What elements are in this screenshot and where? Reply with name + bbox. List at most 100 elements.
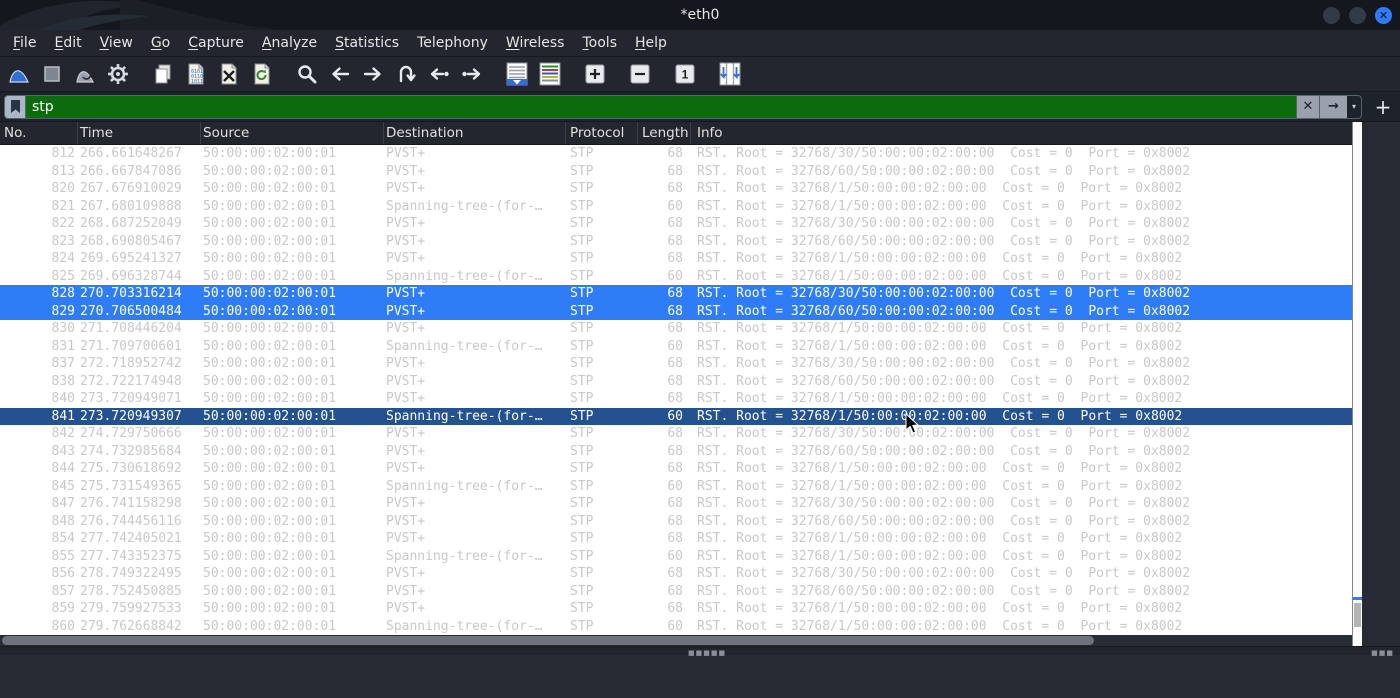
packet-row[interactable]: 855 277.743352375 50:00:00:02:00:01 Spannin… [0,548,1352,566]
packet-row[interactable]: 821 267.680109888 50:00:00:02:00:01 Spannin… [0,198,1352,216]
filter-clear-icon[interactable]: ✕ [1296,95,1319,118]
packet-cell-time: 267.676910029 [80,181,182,197]
packet-row[interactable]: 843 274.732985684 50:00:00:02:00:01 PVST+ ST… [0,443,1352,461]
packet-row[interactable]: 831 271.709700601 50:00:00:02:00:01 Spannin… [0,338,1352,356]
menu-telephony[interactable]: Telephony [408,32,497,54]
packet-row[interactable]: 860 279.762668842 50:00:00:02:00:01 Spannin… [0,618,1352,636]
packet-row[interactable]: 857 278.752450885 50:00:00:02:00:01 PVST+ ST… [0,583,1352,601]
packet-row[interactable]: 842 274.729750666 50:00:00:02:00:01 PVST+ ST… [0,425,1352,443]
column-header-no[interactable]: No. [0,122,78,144]
packet-cell-destination: PVST+ [386,566,426,582]
menu-go[interactable]: Go [142,32,179,54]
close-button[interactable]: ✕ [1375,7,1392,24]
packet-cell-protocol: STP [570,513,594,529]
column-header-info[interactable]: Info [691,122,1352,144]
bookmark-icon[interactable] [5,95,26,118]
packet-cell-info: RST. Root = 32768/1/50:00:00:02:00:00 Co… [697,338,1183,354]
packet-row[interactable]: 844 275.730618692 50:00:00:02:00:01 PVST+ ST… [0,460,1352,478]
close-file-icon[interactable] [215,60,243,88]
display-filter-field[interactable]: ✕ → ▾ [4,94,1362,119]
packet-cell-source: 50:00:00:02:00:01 [203,601,337,617]
stop-capture-icon[interactable] [38,60,66,88]
packet-cell-source: 50:00:00:02:00:01 [203,478,337,494]
packet-row[interactable]: 845 275.731549365 50:00:00:02:00:01 Spannin… [0,478,1352,496]
auto-scroll-icon[interactable] [503,60,531,88]
packet-row[interactable]: 813 266.667847086 50:00:00:02:00:01 PVST+ ST… [0,163,1352,181]
go-back-icon[interactable] [326,60,354,88]
pane-splitter[interactable]: ■■■■■ ■■■ [0,646,1400,657]
packet-row[interactable]: 812 266.661648267 50:00:00:02:00:01 PVST+ ST… [0,145,1352,163]
packet-cell-protocol: STP [570,373,594,389]
menu-analyze[interactable]: Analyze [253,32,326,54]
filter-apply-icon[interactable]: → [1319,95,1347,118]
reload-file-icon[interactable] [248,60,276,88]
maximize-button[interactable] [1349,7,1366,24]
packet-cell-destination: PVST+ [386,426,426,442]
packet-row[interactable]: 822 268.687252049 50:00:00:02:00:01 PVST+ ST… [0,215,1352,233]
resize-columns-icon[interactable] [716,60,744,88]
vertical-scrollbar[interactable] [1352,122,1362,646]
capture-options-icon[interactable] [104,60,132,88]
menu-view[interactable]: View [91,32,142,54]
vertical-scrollbar-thumb[interactable] [1354,603,1361,627]
packet-cell-length: 68 [667,321,683,337]
packet-row[interactable]: 838 272.722174948 50:00:00:02:00:01 PVST+ ST… [0,373,1352,391]
zoom-100-icon[interactable]: 1 [671,60,699,88]
column-header-source[interactable]: Source [201,122,384,144]
packet-cell-destination: PVST+ [386,286,426,302]
start-capture-icon[interactable] [5,60,33,88]
packet-row[interactable]: 830 271.708446204 50:00:00:02:00:01 PVST+ ST… [0,320,1352,338]
column-header-time[interactable]: Time [78,122,201,144]
packet-row[interactable]: 841 273.720949307 50:00:00:02:00:01 Spannin… [0,407,1352,425]
horizontal-scrollbar[interactable] [0,635,1352,646]
menu-help[interactable]: Help [626,32,676,54]
packet-cell-protocol: STP [570,338,594,354]
packet-cell-protocol: STP [570,216,594,232]
packet-row[interactable]: 837 272.718952742 50:00:00:02:00:01 PVST+ ST… [0,355,1352,373]
save-file-icon[interactable]: 0101 0110 1011 [182,60,210,88]
packet-row[interactable]: 859 279.759927533 50:00:00:02:00:01 PVST+ ST… [0,600,1352,618]
packet-row[interactable]: 820 267.676910029 50:00:00:02:00:01 PVST+ ST… [0,180,1352,198]
packet-cell-time: 272.722174948 [80,373,182,389]
go-forward-icon[interactable] [359,60,387,88]
horizontal-scrollbar-thumb[interactable] [2,636,1094,645]
packet-row[interactable]: 828 270.703316214 50:00:00:02:00:01 PVST+ ST… [0,285,1352,303]
menu-tools[interactable]: Tools [573,32,626,54]
menu-wireless[interactable]: Wireless [497,32,574,54]
packet-row[interactable]: 847 276.741158298 50:00:00:02:00:01 PVST+ ST… [0,495,1352,513]
packet-cell-no: 837 [51,356,75,372]
menu-edit[interactable]: Edit [45,32,90,54]
packet-row[interactable]: 856 278.749322495 50:00:00:02:00:01 PVST+ ST… [0,565,1352,583]
minimize-button[interactable] [1323,7,1340,24]
go-first-packet-icon[interactable] [425,60,453,88]
column-header-protocol[interactable]: Protocol [566,122,638,144]
open-file-icon[interactable] [149,60,177,88]
menu-capture[interactable]: Capture [179,32,253,54]
restart-capture-icon[interactable] [71,60,99,88]
filter-input[interactable] [26,95,1296,118]
go-last-packet-icon[interactable] [458,60,486,88]
packet-cell-info: RST. Root = 32768/60/50:00:00:02:00:00 C… [697,233,1191,249]
add-filter-button[interactable]: + [1372,97,1394,117]
packet-cell-no: 860 [51,618,75,634]
zoom-in-icon[interactable] [581,60,609,88]
packet-row[interactable]: 823 268.690805467 50:00:00:02:00:01 PVST+ ST… [0,233,1352,251]
packet-row[interactable]: 824 269.695241327 50:00:00:02:00:01 PVST+ ST… [0,250,1352,268]
packet-cell-info: RST. Root = 32768/1/50:00:00:02:00:00 Co… [697,391,1183,407]
packet-row[interactable]: 829 270.706500484 50:00:00:02:00:01 PVST+ ST… [0,302,1352,320]
zoom-out-icon[interactable] [626,60,654,88]
column-header-destination[interactable]: Destination [384,122,566,144]
menu-statistics[interactable]: Statistics [326,32,408,54]
go-to-packet-icon[interactable] [392,60,420,88]
packet-cell-no: 856 [51,566,75,582]
packet-row[interactable]: 848 276.744456116 50:00:00:02:00:01 PVST+ ST… [0,513,1352,531]
colorize-icon[interactable] [536,60,564,88]
packet-row[interactable]: 854 277.742405021 50:00:00:02:00:01 PVST+ ST… [0,530,1352,548]
packet-row[interactable]: 840 273.720949071 50:00:00:02:00:01 PVST+ ST… [0,390,1352,408]
filter-dropdown-caret-icon[interactable]: ▾ [1347,95,1361,118]
packet-cell-no: 854 [51,531,75,547]
menu-file[interactable]: File [4,32,45,54]
find-packet-icon[interactable] [293,60,321,88]
column-header-length[interactable]: Length [638,122,691,144]
packet-row[interactable]: 825 269.696328744 50:00:00:02:00:01 Spannin… [0,268,1352,286]
